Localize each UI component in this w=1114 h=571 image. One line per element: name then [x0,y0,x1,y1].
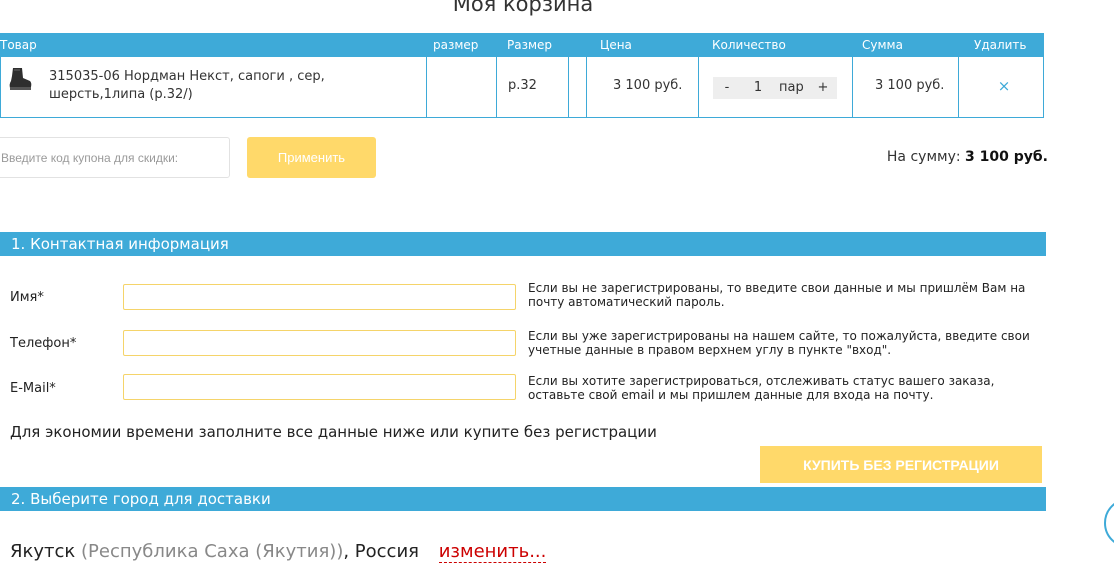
cell-divider [852,57,853,117]
size-value: р.32 [508,78,537,93]
hint-registered: Если вы уже зарегистрированы на нашем са… [528,329,1030,357]
quantity-stepper: - 1 пар + [713,77,837,99]
qty-unit: пар [779,80,804,95]
column-price: Цена [600,38,632,52]
city-country: , Россия [343,541,419,562]
delivery-section-header: 2. Выберите город для доставки [0,487,1046,511]
cart-total: На сумму: 3 100 руб. [887,149,1048,165]
cell-divider [586,57,587,117]
total-label: На сумму: [886,149,961,165]
total-value: 3 100 руб. [965,149,1048,165]
column-product: Товар [0,38,37,52]
cell-divider [426,57,427,117]
phone-field[interactable] [123,330,516,356]
hint-not-registered: Если вы не зарегистрированы, то введите … [528,281,1026,309]
buy-without-registration-button[interactable]: КУПИТЬ БЕЗ РЕГИСТРАЦИИ [760,446,1042,483]
change-city-link[interactable]: изменить... [438,541,547,563]
qty-minus-button[interactable]: - [717,77,737,99]
contact-section-header: 1. Контактная информация [0,232,1046,256]
sum-value: 3 100 руб. [875,78,945,93]
column-size-lower: размер [433,38,479,52]
product-name[interactable]: 315035-06 Нордман Некст, сапоги , сер, ш… [49,68,369,104]
cell-divider [958,57,959,117]
column-quantity: Количество [712,38,786,52]
name-field[interactable] [123,284,516,310]
page-title: Моя корзина [452,0,594,16]
qty-plus-button[interactable]: + [813,77,833,99]
email-label: E-Mail* [10,381,56,396]
qty-value[interactable]: 1 [743,77,773,99]
hint-register: Если вы хотите зарегистрироваться, отсле… [528,374,995,402]
product-name-line1: 315035-06 Нордман Некст, сапоги , сер, [49,69,325,84]
name-label: Имя* [10,290,44,305]
cell-divider [496,57,497,117]
chat-widget-icon[interactable] [1104,498,1114,548]
table-row: 315035-06 Нордман Некст, сапоги , сер, ш… [0,57,1044,118]
cell-divider [568,57,569,117]
delivery-city: Якутск (Республика Саха (Якутия)), Росси… [10,541,547,563]
city-region: (Республика Саха (Якутия)) [81,541,344,562]
cell-divider [698,57,699,117]
cart-table-header: Товар размер Размер Цена Количество Сумм… [0,33,1044,57]
no-registration-note: Для экономии времени заполните все данны… [10,423,657,441]
email-field[interactable] [123,374,516,400]
product-name-line2: шерсть,1липа (р.32/) [49,87,193,102]
product-thumbnail[interactable] [7,67,33,91]
column-sum: Сумма [862,38,903,52]
phone-label: Телефон* [10,336,77,351]
close-icon[interactable]: × [994,76,1014,96]
apply-coupon-button[interactable]: Применить [247,137,376,178]
city-name: Якутск [10,541,76,562]
column-delete: Удалить [974,38,1027,52]
column-size: Размер [507,38,553,52]
coupon-input[interactable] [0,137,230,178]
price-value: 3 100 руб. [613,78,683,93]
